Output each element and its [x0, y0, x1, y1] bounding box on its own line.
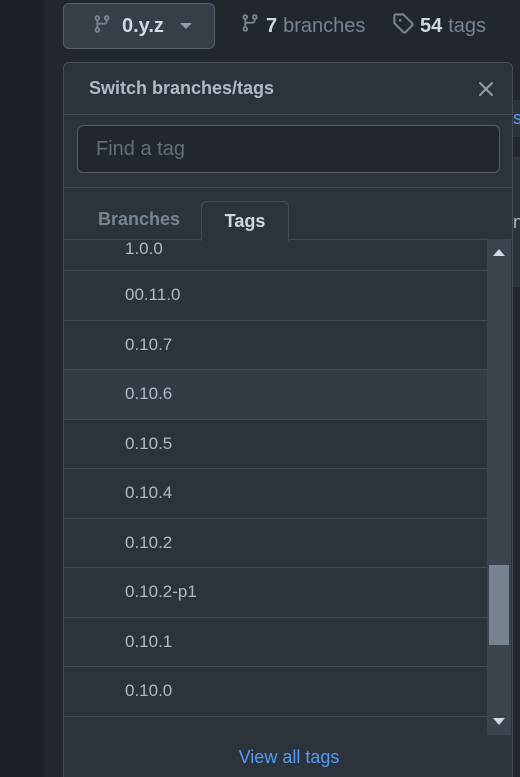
- branch-select-button[interactable]: 0.y.z: [63, 3, 215, 49]
- tags-link[interactable]: 54 tags: [392, 12, 486, 40]
- list-item[interactable]: 0.10.2-p1: [64, 568, 487, 618]
- branch-tag-dropdown: Switch branches/tags Branches Tags 1.0.0…: [63, 62, 513, 777]
- dropdown-header: Switch branches/tags: [64, 63, 512, 115]
- git-branch-icon: [240, 12, 260, 40]
- tag-icon: [392, 12, 414, 40]
- branches-link[interactable]: 7 branches: [240, 12, 365, 40]
- view-all-tags-link[interactable]: View all tags: [64, 747, 512, 768]
- tag-list: 1.0.0 00.11.0 0.10.7 0.10.6 0.10.5 0.10.…: [64, 239, 487, 735]
- list-item[interactable]: 0.10.2: [64, 519, 487, 568]
- list-item[interactable]: 0.10.7: [64, 321, 487, 370]
- tags-count: 54: [420, 14, 443, 37]
- scroll-up-arrow-icon[interactable]: [493, 249, 505, 256]
- list-item[interactable]: 0.10.4: [64, 469, 487, 519]
- background-text-fragment: s: [513, 108, 520, 128]
- branches-label: branches: [283, 14, 366, 37]
- dropdown-title: Switch branches/tags: [89, 78, 275, 98]
- caret-down-icon: [179, 23, 192, 29]
- current-branch-label: 0.y.z: [122, 14, 164, 37]
- git-branch-icon: [92, 13, 112, 40]
- dropdown-filter: [64, 115, 512, 188]
- scrollbar-thumb[interactable]: [489, 565, 509, 645]
- list-scrollbar[interactable]: [487, 239, 511, 735]
- find-tag-input[interactable]: [77, 125, 500, 173]
- close-icon[interactable]: [476, 79, 496, 99]
- list-item[interactable]: 0.10.0: [64, 667, 487, 717]
- list-item[interactable]: 1.0.0: [64, 239, 487, 271]
- dropdown-tabs: Branches Tags: [64, 188, 512, 241]
- scroll-down-arrow-icon[interactable]: [493, 718, 505, 725]
- left-gutter: [0, 0, 44, 777]
- list-item[interactable]: 00.11.0: [64, 271, 487, 321]
- list-item[interactable]: 0.10.1: [64, 618, 487, 667]
- background-text-fragment: n: [513, 212, 520, 232]
- branches-count: 7: [266, 14, 278, 37]
- tab-tags[interactable]: Tags: [201, 201, 289, 241]
- list-item[interactable]: 0.10.5: [64, 420, 487, 469]
- list-item[interactable]: 0.10.6: [64, 370, 487, 420]
- tags-label: tags: [448, 14, 487, 37]
- tab-branches[interactable]: Branches: [82, 201, 196, 237]
